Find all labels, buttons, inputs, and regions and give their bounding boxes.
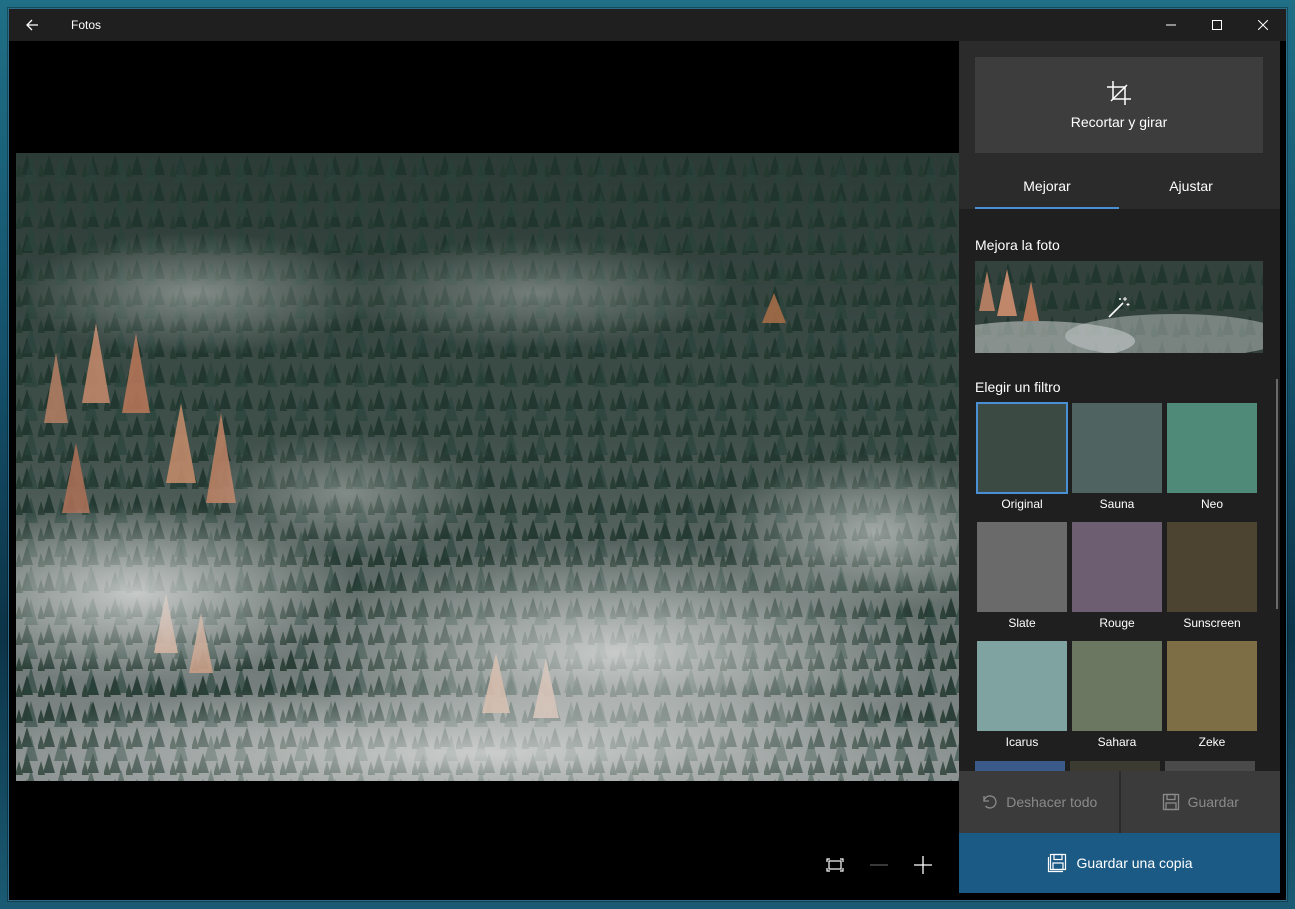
filter-neo[interactable]: Neo xyxy=(1167,403,1257,511)
undo-all-button[interactable]: Deshacer todo xyxy=(959,771,1119,833)
action-row: Deshacer todo Guardar xyxy=(959,771,1280,833)
filter-thumbnail xyxy=(976,402,1068,494)
zoom-out-button[interactable] xyxy=(857,849,901,881)
back-button[interactable] xyxy=(9,9,55,41)
zoom-in-button[interactable] xyxy=(901,849,945,881)
magic-wand-icon xyxy=(1108,297,1130,318)
foggy-forest-image xyxy=(16,153,959,781)
filter-thumbnail xyxy=(1167,522,1257,612)
undo-icon xyxy=(983,795,997,809)
filter-name: Neo xyxy=(1200,497,1223,511)
filter-thumbnail xyxy=(1072,522,1162,612)
zoom-controls xyxy=(813,849,945,881)
minimize-icon xyxy=(1166,24,1176,26)
crop-icon xyxy=(1107,81,1131,105)
enhance-scroll-area[interactable]: Mejora la foto Elegir un filtro Original… xyxy=(959,209,1280,771)
window-title: Fotos xyxy=(71,18,102,32)
filter-thumbnail-partial[interactable] xyxy=(1070,761,1160,771)
enhance-photo-heading: Mejora la foto xyxy=(975,237,1060,253)
edit-tabs: Mejorar Ajustar xyxy=(975,169,1263,209)
filter-sunscreen[interactable]: Sunscreen xyxy=(1167,522,1257,630)
fit-screen-icon xyxy=(826,858,844,872)
enhance-photo-button[interactable] xyxy=(975,261,1263,353)
filter-original[interactable]: Original xyxy=(976,402,1068,511)
tab-adjust[interactable]: Ajustar xyxy=(1119,169,1263,209)
maximize-button[interactable] xyxy=(1194,9,1240,41)
close-icon xyxy=(1258,20,1268,30)
crop-rotate-label: Recortar y girar xyxy=(1070,114,1168,130)
filter-thumbnail xyxy=(1072,641,1162,731)
filter-row-partial xyxy=(975,761,1263,771)
minimize-button[interactable] xyxy=(1148,9,1194,41)
filter-thumbnail xyxy=(1167,641,1257,731)
filter-thumbnail xyxy=(977,641,1067,731)
edit-panel: Recortar y girar Mejorar Ajustar Mejora … xyxy=(959,41,1280,893)
filter-thumbnail xyxy=(1072,403,1162,493)
filter-name: Original xyxy=(1001,497,1043,511)
photo-canvas[interactable] xyxy=(16,153,959,781)
tab-enhance[interactable]: Mejorar xyxy=(975,169,1119,209)
maximize-icon xyxy=(1212,20,1222,30)
save-button[interactable]: Guardar xyxy=(1120,771,1280,833)
crop-rotate-button[interactable]: Recortar y girar xyxy=(975,57,1263,153)
filter-thumbnail-partial[interactable] xyxy=(1165,761,1255,771)
filter-thumbnail xyxy=(1167,403,1257,493)
filter-thumbnail-partial[interactable] xyxy=(975,761,1065,771)
filter-name: Sahara xyxy=(1097,735,1137,749)
window-controls xyxy=(1148,9,1286,41)
filter-name: Sauna xyxy=(1099,497,1135,511)
fit-to-window-button[interactable] xyxy=(813,849,857,881)
filter-icarus[interactable]: Icarus xyxy=(977,641,1067,749)
save-icon xyxy=(1162,793,1179,811)
filter-sauna[interactable]: Sauna xyxy=(1072,403,1162,511)
save-label: Guardar xyxy=(1187,794,1239,810)
close-button[interactable] xyxy=(1240,9,1286,41)
save-copy-label: Guardar una copia xyxy=(1076,855,1193,871)
filter-thumbnail xyxy=(977,522,1067,612)
save-copy-icon xyxy=(1047,853,1066,873)
photo-viewer xyxy=(16,41,959,893)
back-arrow-icon xyxy=(26,19,38,31)
scrollbar[interactable] xyxy=(1276,379,1278,609)
filter-name: Icarus xyxy=(1005,735,1039,749)
filter-name: Zeke xyxy=(1198,735,1226,749)
undo-all-label: Deshacer todo xyxy=(1006,794,1098,810)
filter-slate[interactable]: Slate xyxy=(977,522,1067,630)
plus-icon xyxy=(914,856,932,874)
filter-name: Slate xyxy=(1008,616,1036,630)
photos-app-window: Fotos Recortar y girar Mejorar Ajustar M… xyxy=(8,8,1287,901)
filter-name: Sunscreen xyxy=(1183,616,1241,630)
filter-zeke[interactable]: Zeke xyxy=(1167,641,1257,749)
filter-name: Rouge xyxy=(1099,616,1135,630)
filter-sahara[interactable]: Sahara xyxy=(1072,641,1162,749)
save-copy-button[interactable]: Guardar una copia xyxy=(959,833,1280,893)
title-bar: Fotos xyxy=(9,9,1286,41)
choose-filter-heading: Elegir un filtro xyxy=(975,379,1061,395)
minus-icon xyxy=(870,864,888,866)
filter-rouge[interactable]: Rouge xyxy=(1072,522,1162,630)
